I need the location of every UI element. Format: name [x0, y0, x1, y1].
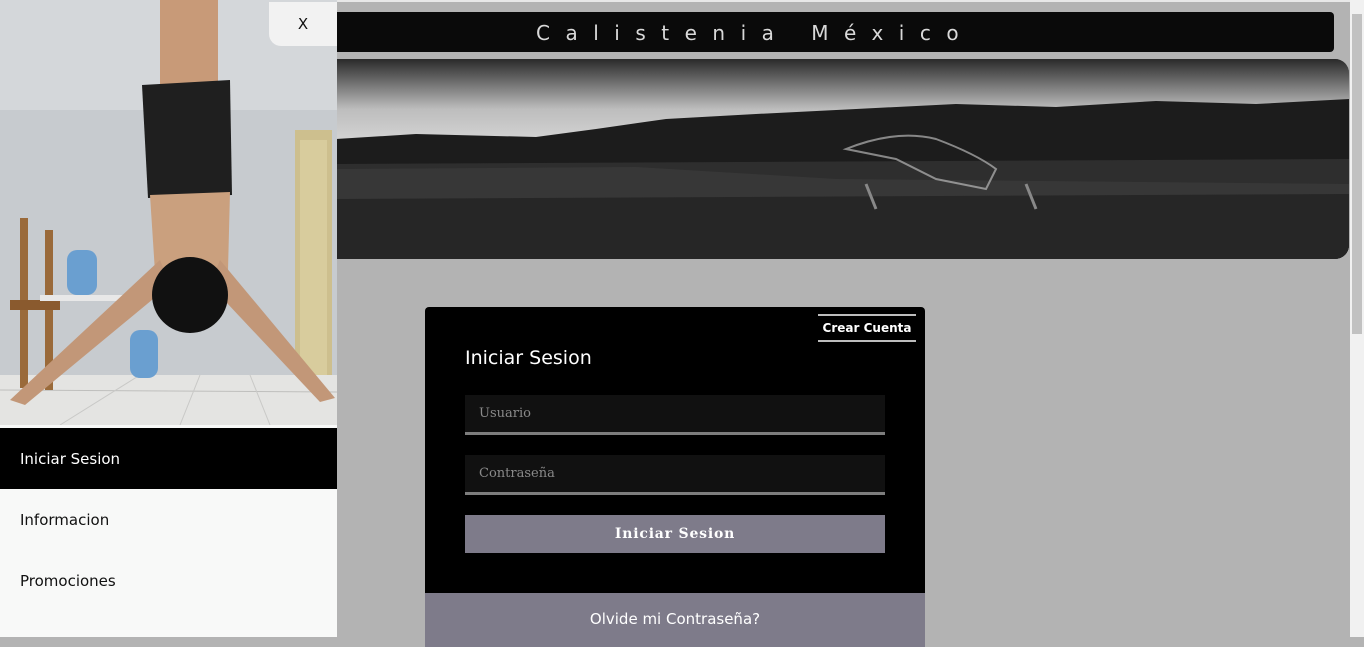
login-submit-button[interactable]: Iniciar Sesion [465, 515, 885, 553]
banner-landscape-image [336, 59, 1349, 259]
site-header: Calistenia México [336, 12, 1334, 52]
close-drawer-button[interactable]: X [269, 2, 337, 46]
handstand-image [0, 0, 337, 425]
side-drawer: X Iniciar Sesion Informacion Promociones [0, 0, 337, 637]
username-input[interactable] [465, 395, 885, 435]
hero-banner [336, 59, 1349, 259]
page-scrollbar[interactable] [1350, 0, 1364, 637]
nav-item-promociones[interactable]: Promociones [0, 550, 337, 611]
drawer-handstand-photo [0, 0, 337, 425]
nav-item-informacion[interactable]: Informacion [0, 489, 337, 550]
create-account-button[interactable]: Crear Cuenta [818, 314, 916, 342]
site-title: Calistenia México [536, 21, 975, 45]
password-input[interactable] [465, 455, 885, 495]
nav-item-iniciar-sesion[interactable]: Iniciar Sesion [0, 428, 337, 489]
forgot-password-link[interactable]: Olvide mi Contraseña? [425, 593, 925, 647]
drawer-nav: Iniciar Sesion Informacion Promociones [0, 428, 337, 611]
login-title: Iniciar Sesion [465, 347, 592, 369]
scrollbar-thumb[interactable] [1352, 14, 1362, 334]
login-card: Crear Cuenta Iniciar Sesion Iniciar Sesi… [425, 307, 925, 593]
